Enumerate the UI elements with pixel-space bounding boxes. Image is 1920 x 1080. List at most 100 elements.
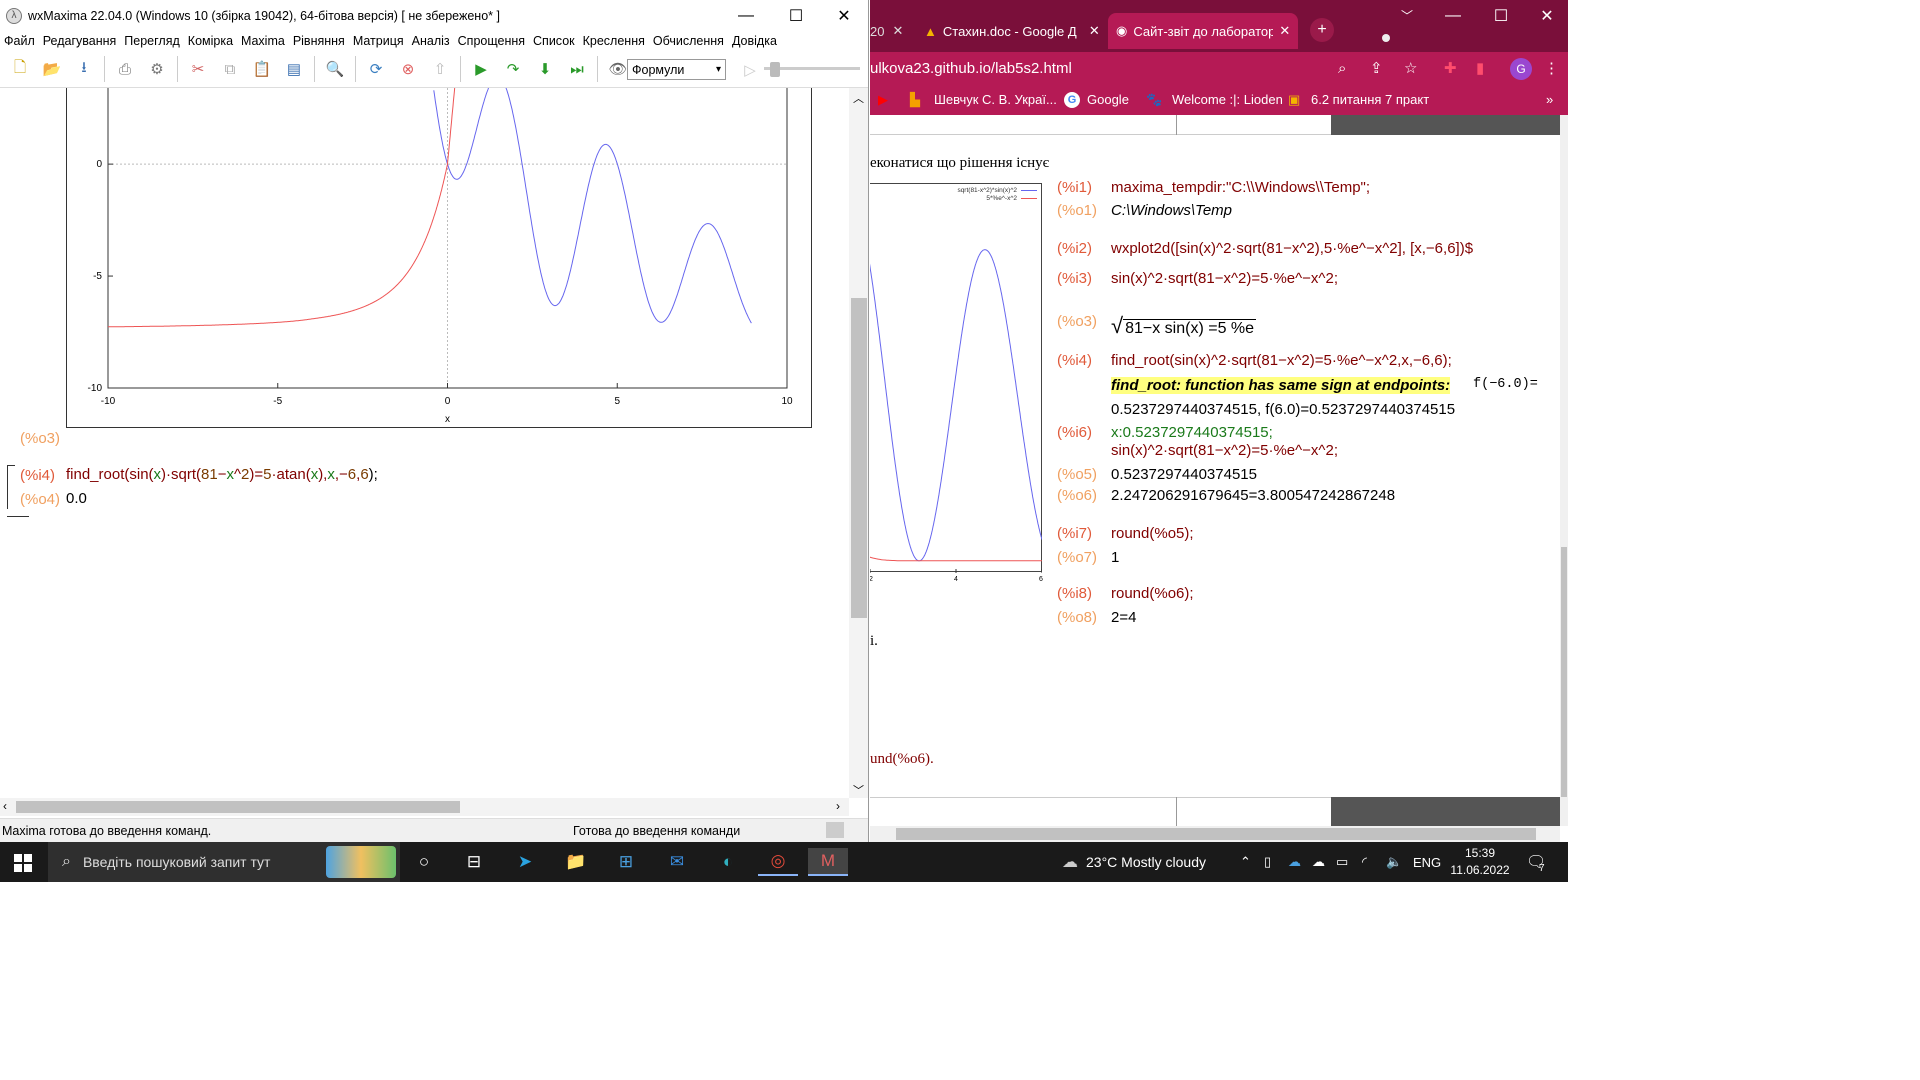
scroll-up-icon[interactable]: ︿ [853, 90, 864, 106]
menu-list[interactable]: Список [529, 34, 579, 48]
menu-maxima[interactable]: Maxima [237, 34, 289, 48]
restart-icon[interactable]: ⟳ [364, 57, 388, 81]
page-content[interactable]: еконатися що рішення існує sqrt(81-x^2)*… [870, 115, 1560, 826]
bookmark-questions[interactable]: 6.2 питання 7 практ [1311, 92, 1429, 107]
scroll-right-icon[interactable]: › [836, 799, 840, 813]
extension-puzzle-icon[interactable]: ✚ [1444, 59, 1457, 77]
chrome-icon[interactable]: ◎ [758, 848, 798, 876]
new-document-icon[interactable]: 🗋 [8, 57, 32, 81]
menu-equations[interactable]: Рівняння [289, 34, 349, 48]
evaluate-rest-icon[interactable]: ↷ [501, 57, 525, 81]
scroll-left-icon[interactable]: ‹ [3, 799, 7, 813]
close-icon[interactable]: ✕ [892, 23, 903, 39]
scrollbar-thumb[interactable] [851, 298, 867, 618]
menu-file[interactable]: Файл [0, 34, 39, 48]
url-field[interactable]: ulkova23.github.io/lab5s2.html [870, 60, 1072, 77]
page-horizontal-scrollbar[interactable] [870, 826, 1560, 842]
taskbar-search[interactable]: ⌕ Введіть пошуковий запит тут [48, 842, 400, 882]
tab-search-icon[interactable]: ﹀ [1384, 0, 1430, 31]
maximize-button[interactable]: ☐ [1478, 0, 1524, 31]
bookmark-google[interactable]: Google [1087, 92, 1129, 107]
print-icon[interactable]: ⎙ [113, 57, 137, 81]
scrollbar-thumb[interactable] [1561, 547, 1567, 797]
widgets-icon[interactable]: ⊟ [454, 848, 494, 876]
play-animation-icon[interactable]: ▷ [738, 58, 762, 82]
menu-cell[interactable]: Комірка [184, 34, 237, 48]
cell-bracket[interactable] [7, 465, 15, 509]
youtube-icon[interactable]: ▶ [878, 92, 888, 108]
onedrive-icon[interactable]: ☁ [1288, 842, 1301, 882]
select-all-icon[interactable]: ▤ [282, 57, 306, 81]
scrollbar-thumb[interactable] [16, 801, 460, 813]
copy-icon[interactable]: ⧉ [218, 57, 242, 81]
tab-search-dot-icon[interactable] [1382, 34, 1390, 42]
cell-style-select[interactable]: Формули ▾ [627, 59, 726, 80]
menu-help[interactable]: Довідка [728, 34, 781, 48]
clock[interactable]: 15:39 11.06.2022 [1450, 842, 1510, 882]
open-folder-icon[interactable]: 📂 [40, 57, 64, 81]
weather-widget[interactable]: ☁ 23°C Mostly cloudy [1062, 842, 1206, 882]
evaluate-down-icon[interactable]: ⬇ [533, 57, 557, 81]
close-button[interactable]: ✕ [1524, 0, 1568, 31]
share-icon[interactable]: ⇪ [1370, 59, 1383, 77]
volume-muted-icon[interactable]: 🔈 [1386, 842, 1402, 882]
more-bookmarks-icon[interactable]: » [1546, 92, 1553, 107]
new-tab-button[interactable]: + [1310, 18, 1334, 42]
notifications-icon[interactable]: 🗨 [1526, 842, 1546, 882]
device-icon[interactable]: ▯ [1264, 842, 1271, 882]
close-button[interactable]: ✕ [821, 0, 867, 31]
minimize-button[interactable]: — [723, 0, 769, 31]
close-icon[interactable]: ✕ [1279, 23, 1290, 39]
zoom-search-icon[interactable]: ⌕ [1338, 60, 1346, 77]
bookmark-shevchuk[interactable]: Шевчук С. В. Украї... [934, 92, 1057, 107]
menu-edit[interactable]: Редагування [39, 34, 121, 48]
wifi-icon[interactable]: ◜ [1362, 842, 1367, 882]
paste-icon[interactable]: 📋 [250, 57, 274, 81]
close-icon[interactable]: ✕ [1089, 23, 1100, 39]
windows-start-icon[interactable] [14, 854, 32, 872]
file-explorer-icon[interactable]: 📁 [556, 848, 596, 876]
worksheet-vertical-scrollbar[interactable]: ︿ ﹀ [849, 88, 868, 798]
input-cell-i4[interactable]: find_root(sin(x)·sqrt(81−x^2)=5·atan(x),… [66, 466, 378, 483]
menu-kebab-icon[interactable]: ⋮ [1544, 59, 1559, 77]
menu-matrix[interactable]: Матриця [349, 34, 408, 48]
scroll-down-icon[interactable]: ﹀ [853, 782, 864, 798]
language-indicator[interactable]: ENG [1413, 842, 1441, 882]
task-view-icon[interactable]: ○ [404, 848, 444, 876]
menu-simplify[interactable]: Спрощення [454, 34, 529, 48]
menu-plot[interactable]: Креслення [579, 34, 649, 48]
sidebar-icon[interactable]: ▮ [1476, 59, 1484, 77]
microsoft-store-icon[interactable]: ⊞ [606, 848, 646, 876]
interrupt-icon[interactable]: ⊗ [396, 57, 420, 81]
animation-slider[interactable] [764, 62, 860, 77]
slider-thumb[interactable] [770, 62, 780, 77]
evaluate-cell-icon[interactable]: ▶ [469, 57, 493, 81]
evaluate-all-icon[interactable]: ⏭ [565, 57, 589, 81]
worksheet-horizontal-scrollbar[interactable]: ‹ › [0, 798, 849, 816]
onedrive-personal-icon[interactable]: ☁ [1312, 842, 1325, 882]
find-icon[interactable]: 🔍 [323, 57, 347, 81]
show-hidden-icons-icon[interactable]: ⌃ [1240, 842, 1251, 882]
monitor-icon[interactable]: ▭ [1336, 842, 1348, 882]
wxmaxima-taskbar-icon[interactable]: M [808, 848, 848, 876]
telegram-icon[interactable]: ➤ [505, 848, 545, 876]
mail-icon[interactable]: ✉ [657, 848, 697, 876]
tab-lab-report[interactable]: ◉ Сайт-звіт до лаборатор ✕ [1108, 13, 1298, 49]
worksheet[interactable]: -10 -5 0 5 10 0 -5 -10 x (%o3) (%i4) find_root(s… [0, 88, 849, 798]
bookmark-lioden[interactable]: Welcome :|: Lioden [1172, 92, 1283, 107]
page-vertical-scrollbar[interactable] [1560, 115, 1568, 826]
bookmark-star-icon[interactable]: ☆ [1404, 59, 1417, 77]
edge-icon[interactable]: ◐ [708, 848, 748, 876]
menu-view[interactable]: Перегляд [120, 34, 183, 48]
settings-gear-icon[interactable]: ⚙ [145, 57, 169, 81]
scrollbar-thumb[interactable] [896, 828, 1536, 840]
minimize-button[interactable]: — [1430, 0, 1476, 31]
tab-partial[interactable]: 20 ✕ [870, 13, 903, 49]
follow-icon[interactable]: ⇧ [428, 57, 452, 81]
menu-analysis[interactable]: Аналіз [408, 34, 454, 48]
cut-icon[interactable]: ✂ [186, 57, 210, 81]
menu-numeric[interactable]: Обчислення [649, 34, 728, 48]
maximize-button[interactable]: ☐ [773, 0, 819, 31]
tab-google-docs[interactable]: ▲ Стахин.doc - Google Д ✕ [916, 13, 1104, 49]
profile-avatar[interactable]: G [1510, 58, 1532, 80]
